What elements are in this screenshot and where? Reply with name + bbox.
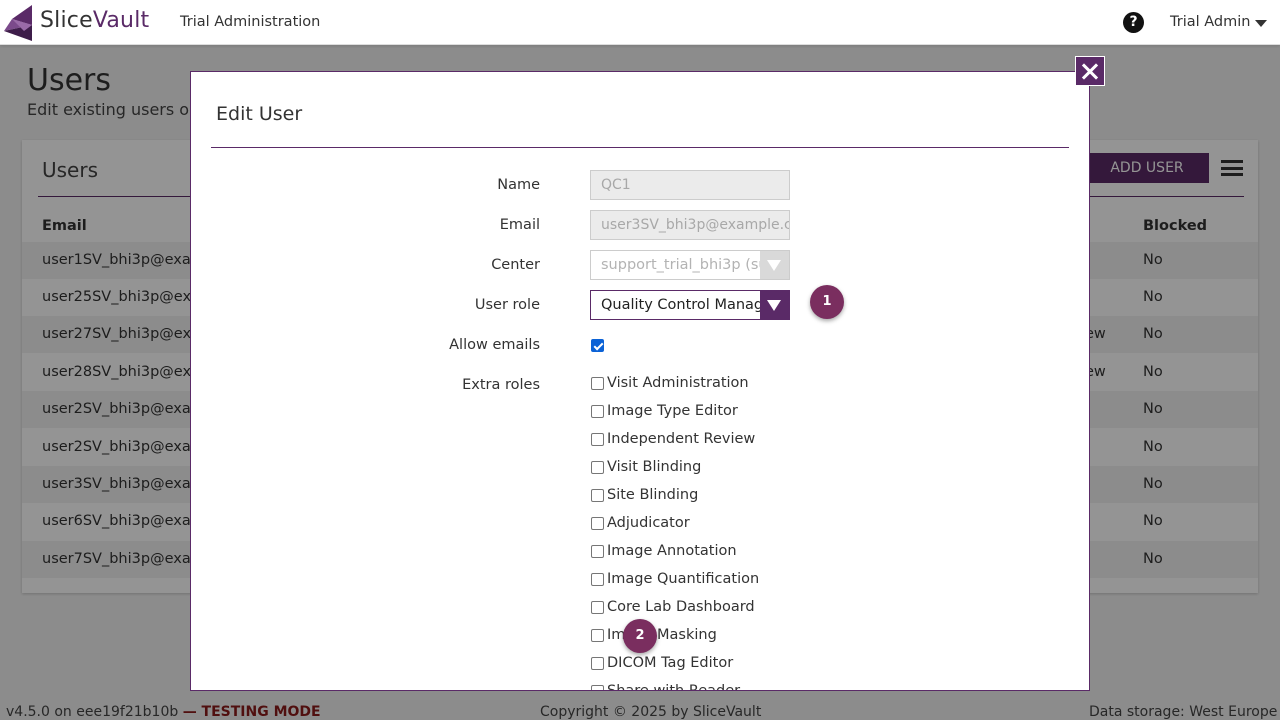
center-select[interactable]: support_trial_bhi3p (su xyxy=(590,250,790,280)
email-field[interactable]: user3SV_bhi3p@example.com xyxy=(590,210,790,240)
extra-role-label[interactable]: Core Lab Dashboard xyxy=(607,599,755,615)
extra-roles-label: Extra roles xyxy=(462,377,540,393)
extra-role-label[interactable]: Site Blinding xyxy=(607,487,698,503)
top-bar: SliceVault Trial Administration ? Trial … xyxy=(0,0,1280,45)
dropdown-arrow-icon[interactable] xyxy=(760,251,789,279)
name-label: Name xyxy=(497,177,540,193)
extra-role-label[interactable]: Image Quantification xyxy=(607,571,759,587)
step-marker-1: 1 xyxy=(810,285,844,319)
extra-role-checkbox-share-with-reader[interactable] xyxy=(591,685,604,690)
extra-role-label[interactable]: Image Annotation xyxy=(607,543,737,559)
user-role-label: User role xyxy=(474,297,540,313)
brand-name-vault: Vault xyxy=(92,8,150,33)
divider xyxy=(211,147,1069,148)
extra-role-checkbox-visit-administration[interactable] xyxy=(591,377,604,390)
extra-role-checkbox-core-lab-dashboard[interactable] xyxy=(591,601,604,614)
dialog-title: Edit User xyxy=(216,103,303,125)
extra-role-label[interactable]: Visit Blinding xyxy=(607,459,701,475)
step-marker-2: 2 xyxy=(623,619,657,653)
extra-role-label[interactable]: DICOM Tag Editor xyxy=(607,655,733,671)
name-field[interactable]: QC1 xyxy=(590,170,790,200)
extra-role-label[interactable]: Image Type Editor xyxy=(607,403,738,419)
extra-role-label[interactable]: Share with Reader xyxy=(607,683,740,690)
user-role-select[interactable]: Quality Control Manager xyxy=(590,290,790,320)
dropdown-arrow-icon[interactable] xyxy=(760,291,789,319)
user-role-select-value: Quality Control Manager xyxy=(601,297,761,313)
extra-role-checkbox-image-quantification[interactable] xyxy=(591,573,604,586)
extra-role-checkbox-adjudicator[interactable] xyxy=(591,517,604,530)
allow-emails-checkbox[interactable] xyxy=(591,339,604,352)
extra-role-checkbox-dicom-tag-editor[interactable] xyxy=(591,657,604,670)
extra-role-checkbox-visit-blinding[interactable] xyxy=(591,461,604,474)
center-select-value: support_trial_bhi3p (su xyxy=(601,257,761,273)
extra-role-checkbox-image-type-editor[interactable] xyxy=(591,405,604,418)
email-label: Email xyxy=(499,217,540,233)
extra-role-label[interactable]: Adjudicator xyxy=(607,515,690,531)
extra-role-checkbox-image-masking[interactable] xyxy=(591,629,604,642)
extra-role-checkbox-site-blinding[interactable] xyxy=(591,489,604,502)
extra-role-label[interactable]: Visit Administration xyxy=(607,375,749,391)
extra-role-checkbox-independent-review[interactable] xyxy=(591,433,604,446)
center-label: Center xyxy=(491,257,540,273)
help-icon[interactable]: ? xyxy=(1123,12,1144,33)
extra-role-checkbox-image-annotation[interactable] xyxy=(591,545,604,558)
allow-emails-label: Allow emails xyxy=(449,337,540,353)
chevron-down-icon[interactable] xyxy=(1255,20,1267,27)
edit-user-dialog: Edit User Name QC1 Email user3SV_bhi3p@e… xyxy=(190,71,1090,691)
extra-role-label[interactable]: Independent Review xyxy=(607,431,755,447)
close-icon[interactable] xyxy=(1075,56,1105,86)
user-menu[interactable]: Trial Admin xyxy=(1170,14,1250,30)
brand-name[interactable]: SliceVault xyxy=(40,8,149,33)
nav-trial-administration[interactable]: Trial Administration xyxy=(180,14,320,30)
brand-name-slice: Slice xyxy=(40,8,93,33)
slicevault-logo-icon xyxy=(4,5,32,41)
